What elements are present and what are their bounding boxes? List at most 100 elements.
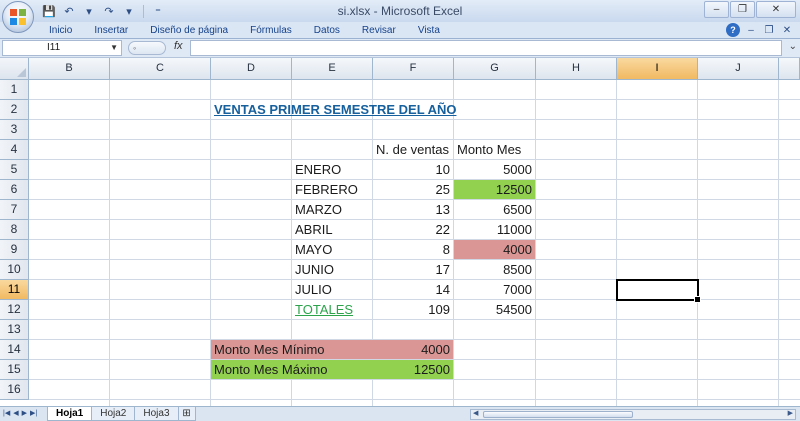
month-amount[interactable]: 11000	[454, 220, 535, 240]
month-name[interactable]: ABRIL	[292, 220, 336, 240]
next-sheet-icon[interactable]: ▶	[22, 409, 27, 417]
prev-sheet-icon[interactable]: ◀	[13, 409, 18, 417]
column-header-g[interactable]: G	[454, 58, 536, 80]
month-amount[interactable]: 6500	[454, 200, 535, 220]
tab-revisar[interactable]: Revisar	[351, 23, 407, 39]
column-header-e[interactable]: E	[292, 58, 373, 80]
row-header-13[interactable]: 13	[0, 320, 29, 340]
close-button[interactable]: ✕	[756, 1, 796, 18]
row-header-6[interactable]: 6	[0, 180, 29, 200]
row-header-3[interactable]: 3	[0, 120, 29, 140]
help-icon[interactable]: ?	[726, 23, 740, 37]
row-header-2[interactable]: 2	[0, 100, 29, 120]
active-cell-selection[interactable]	[616, 279, 701, 303]
sheet-tab-bar: |◀ ◀ ▶ ▶| Hoja1 Hoja2 Hoja3 ⊞ ◀ ▶	[0, 406, 800, 421]
max-value[interactable]: 12500	[373, 360, 453, 380]
tab-diseno-de-pagina[interactable]: Diseño de página	[139, 23, 239, 39]
row-header-7[interactable]: 7	[0, 200, 29, 220]
office-logo-icon	[10, 9, 27, 26]
month-name[interactable]: MARZO	[292, 200, 345, 220]
formula-bar: I11 ▼ ◦ fx ⌄	[0, 39, 800, 58]
month-amount[interactable]: 8500	[454, 260, 535, 280]
column-header-j[interactable]: J	[698, 58, 779, 80]
row-header-10[interactable]: 10	[0, 260, 29, 280]
formula-input[interactable]	[190, 40, 782, 56]
column-header-h[interactable]: H	[536, 58, 617, 80]
totals-label[interactable]: TOTALES	[292, 300, 356, 320]
month-sales[interactable]: 17	[373, 260, 453, 280]
month-name[interactable]: JULIO	[292, 280, 335, 300]
expand-formula-bar-icon[interactable]: ⌄	[789, 41, 797, 52]
month-amount[interactable]: 5000	[454, 160, 535, 180]
formula-bar-resize-handle[interactable]: ◦	[128, 41, 166, 55]
sheet-tab-hoja2[interactable]: Hoja2	[91, 407, 136, 421]
row-header-15[interactable]: 15	[0, 360, 29, 380]
column-header-b[interactable]: B	[29, 58, 110, 80]
scroll-right-icon[interactable]: ▶	[788, 409, 793, 417]
sheet-title[interactable]: VENTAS PRIMER SEMESTRE DEL AÑO	[211, 100, 459, 120]
month-sales[interactable]: 25	[373, 180, 453, 200]
month-amount[interactable]: 12500	[454, 180, 535, 200]
row-header-11[interactable]: 11	[0, 280, 29, 300]
tab-insertar[interactable]: Insertar	[83, 23, 139, 39]
max-label[interactable]: Monto Mes Máximo	[211, 360, 330, 380]
column-header-f[interactable]: F	[373, 58, 454, 80]
insert-function-icon[interactable]: fx	[174, 40, 183, 52]
row-header-5[interactable]: 5	[0, 160, 29, 180]
sheet-navigation: |◀ ◀ ▶ ▶|	[3, 409, 37, 417]
scrollbar-thumb[interactable]	[483, 411, 633, 418]
window-controls: – ❐ ✕	[704, 1, 796, 18]
office-button[interactable]	[2, 1, 34, 33]
row-header-8[interactable]: 8	[0, 220, 29, 240]
month-sales[interactable]: 13	[373, 200, 453, 220]
window-title: si.xlsx - Microsoft Excel	[337, 4, 463, 18]
column-header-c[interactable]: C	[110, 58, 211, 80]
row-header-12[interactable]: 12	[0, 300, 29, 320]
totals-sales[interactable]: 109	[373, 300, 453, 320]
first-sheet-icon[interactable]: |◀	[3, 409, 10, 417]
month-amount[interactable]: 4000	[454, 240, 535, 260]
workbook-restore-button[interactable]: ❐	[762, 23, 776, 37]
month-sales[interactable]: 14	[373, 280, 453, 300]
row-header-1[interactable]: 1	[0, 80, 29, 100]
row-header-9[interactable]: 9	[0, 240, 29, 260]
sheet-tab-hoja3[interactable]: Hoja3	[134, 407, 179, 421]
column-header-d[interactable]: D	[211, 58, 292, 80]
tab-datos[interactable]: Datos	[303, 23, 351, 39]
month-name[interactable]: ENERO	[292, 160, 344, 180]
month-name[interactable]: JUNIO	[292, 260, 337, 280]
header-amount[interactable]: Monto Mes	[454, 140, 524, 160]
month-sales[interactable]: 10	[373, 160, 453, 180]
month-amount[interactable]: 7000	[454, 280, 535, 300]
row-header-16[interactable]: 16	[0, 380, 29, 400]
row-header-4[interactable]: 4	[0, 140, 29, 160]
tab-inicio[interactable]: Inicio	[38, 23, 83, 39]
sheet-tab-hoja1[interactable]: Hoja1	[47, 407, 93, 421]
row-header-14[interactable]: 14	[0, 340, 29, 360]
month-name[interactable]: FEBRERO	[292, 180, 361, 200]
restore-button[interactable]: ❐	[730, 1, 755, 18]
name-box-value: I11	[47, 42, 61, 53]
tab-vista[interactable]: Vista	[407, 23, 451, 39]
tab-formulas[interactable]: Fórmulas	[239, 23, 303, 39]
last-sheet-icon[interactable]: ▶|	[30, 409, 37, 417]
min-value[interactable]: 4000	[373, 340, 453, 360]
min-label[interactable]: Monto Mes Mínimo	[211, 340, 328, 360]
month-name[interactable]: MAYO	[292, 240, 335, 260]
spreadsheet-grid[interactable]: B C D E F G H I J 1 2 3 4 5 6 7 8 9 10 1…	[0, 58, 800, 406]
column-header-k[interactable]	[779, 58, 800, 80]
workbook-close-button[interactable]: ✕	[780, 23, 794, 37]
column-header-i[interactable]: I	[617, 58, 698, 80]
header-sales[interactable]: N. de ventas	[373, 140, 452, 160]
horizontal-scrollbar[interactable]: ◀ ▶	[470, 409, 796, 420]
totals-amount[interactable]: 54500	[454, 300, 535, 320]
minimize-button[interactable]: –	[704, 1, 729, 18]
name-box[interactable]: I11 ▼	[2, 40, 122, 56]
chevron-down-icon[interactable]: ▼	[110, 41, 118, 55]
workbook-minimize-button[interactable]: –	[744, 23, 758, 37]
select-all-button[interactable]	[0, 58, 29, 80]
insert-sheet-icon[interactable]: ⊞	[177, 407, 196, 421]
month-sales[interactable]: 22	[373, 220, 453, 240]
month-sales[interactable]: 8	[373, 240, 453, 260]
scroll-left-icon[interactable]: ◀	[473, 409, 478, 417]
